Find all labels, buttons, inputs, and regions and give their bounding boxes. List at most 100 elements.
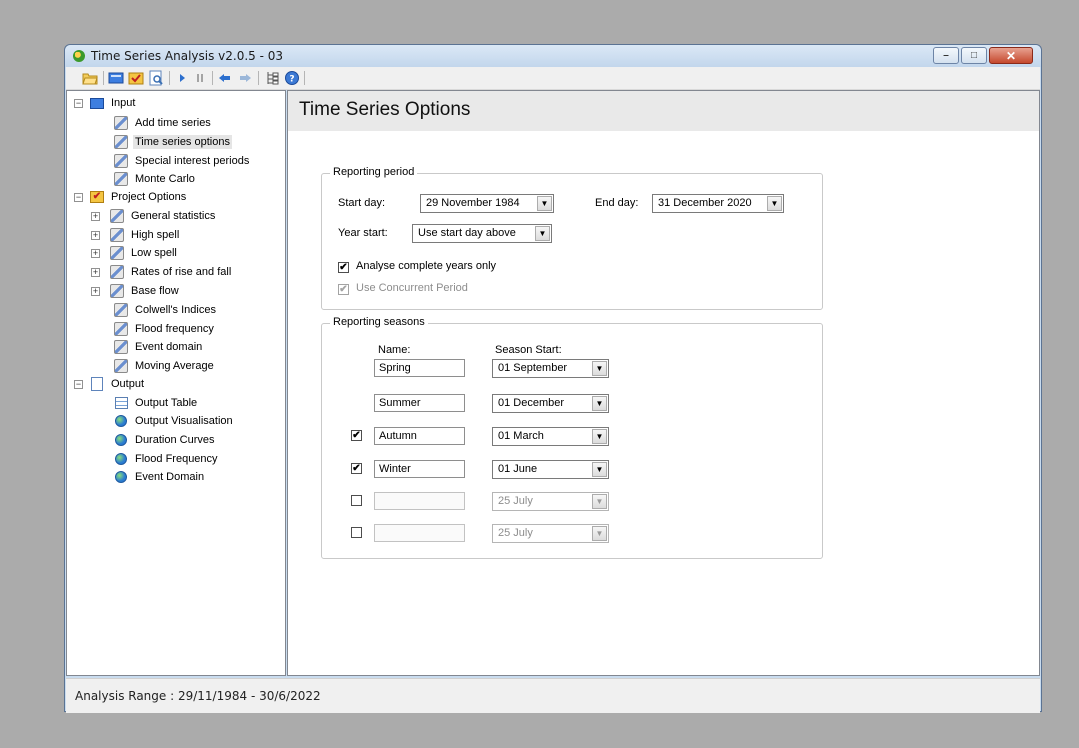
tree-item-base-flow[interactable]: Base flow [109, 282, 181, 300]
tree-icon[interactable] [264, 70, 280, 86]
analyse-complete-years-checkbox[interactable]: ✔ [338, 262, 349, 273]
tree-node-output[interactable]: Output [89, 375, 146, 393]
navigation-tree: − Input Add time series Time series opti… [66, 90, 286, 676]
tree-label: Event Domain [135, 471, 205, 483]
chevron-down-icon: ▼ [592, 462, 607, 477]
season-start-select[interactable]: 01 March ▼ [492, 427, 609, 446]
season-name-input[interactable] [374, 524, 465, 542]
pencil-icon [109, 208, 125, 224]
season-start-select[interactable]: 25 July ▼ [492, 524, 609, 543]
tree-node-project-options[interactable]: ✔ Project Options [89, 188, 188, 206]
season-name-input[interactable] [374, 492, 465, 510]
season-start-select[interactable]: 25 July ▼ [492, 492, 609, 511]
expand-general-statistics-icon[interactable]: + [91, 212, 100, 221]
tree-item-duration-curves[interactable]: Duration Curves [113, 431, 216, 449]
tree-item-high-spell[interactable]: High spell [109, 226, 181, 244]
tree-item-flood-frequency-output[interactable]: Flood Frequency [113, 450, 220, 468]
close-button[interactable]: ✕ [989, 47, 1033, 64]
maximize-icon: □ [970, 50, 978, 61]
end-day-value: 31 December 2020 [658, 197, 752, 209]
page-title: Time Series Options [299, 99, 471, 120]
tree-item-event-domain[interactable]: Event domain [113, 338, 204, 356]
pause-icon[interactable] [192, 70, 208, 86]
reporting-seasons-group: Reporting seasons Name: Season Start: Sp… [321, 316, 823, 559]
analyse-complete-years-label: Analyse complete years only [356, 260, 497, 272]
start-day-select[interactable]: 29 November 1984 ▼ [420, 194, 554, 213]
tree-item-time-series-options[interactable]: Time series options [113, 133, 232, 151]
season-name-input[interactable]: Summer [374, 394, 465, 412]
globe-icon [113, 432, 129, 448]
end-day-label: End day: [595, 197, 639, 209]
season-enable-checkbox[interactable] [351, 527, 362, 538]
tree-node-input[interactable]: Input [89, 94, 137, 112]
open-folder-icon[interactable] [82, 70, 98, 86]
season-start-value: 25 July [498, 527, 533, 539]
pencil-icon [113, 321, 129, 337]
back-icon[interactable] [217, 70, 233, 86]
minimize-button[interactable]: – [933, 47, 959, 64]
expand-low-spell-icon[interactable]: + [91, 249, 100, 258]
year-start-select[interactable]: Use start day above ▼ [412, 224, 552, 243]
season-start-value: 01 September [498, 362, 568, 374]
tree-label: Colwell's Indices [135, 304, 216, 316]
end-day-select[interactable]: 31 December 2020 ▼ [652, 194, 784, 213]
chevron-down-icon: ▼ [535, 226, 550, 241]
collapse-project-options-icon[interactable]: − [74, 193, 83, 202]
document-icon [89, 376, 105, 392]
collapse-output-icon[interactable]: − [74, 380, 83, 389]
maximize-button[interactable]: □ [961, 47, 987, 64]
expand-rates-icon[interactable]: + [91, 268, 100, 277]
tree-item-colwells-indices[interactable]: Colwell's Indices [113, 301, 218, 319]
status-bar: Analysis Range : 29/11/1984 - 30/6/2022 [66, 678, 1040, 713]
expand-high-spell-icon[interactable]: + [91, 231, 100, 240]
options-panel: Time Series Options Reporting period Sta… [287, 90, 1040, 676]
start-day-label: Start day: [338, 197, 386, 209]
season-name-input[interactable]: Spring [374, 359, 465, 377]
chevron-down-icon: ▼ [592, 361, 607, 376]
svg-text:?: ? [289, 75, 294, 85]
tree-item-flood-frequency[interactable]: Flood frequency [113, 320, 216, 338]
tree-item-moving-average[interactable]: Moving Average [113, 357, 216, 375]
reporting-period-legend: Reporting period [330, 166, 418, 178]
chevron-down-icon: ▼ [592, 526, 607, 541]
season-enable-checkbox[interactable]: ✔ [351, 430, 362, 441]
tree-item-monte-carlo[interactable]: Monte Carlo [113, 170, 197, 188]
document-icon[interactable] [148, 70, 164, 86]
play-icon[interactable] [174, 70, 190, 86]
chevron-down-icon: ▼ [767, 196, 782, 211]
tree-item-general-statistics[interactable]: General statistics [109, 207, 217, 225]
season-start-select[interactable]: 01 June ▼ [492, 460, 609, 479]
tree-label: Flood Frequency [135, 453, 218, 465]
tree-item-special-interest-periods[interactable]: Special interest periods [113, 152, 251, 170]
tree-item-event-domain-output[interactable]: Event Domain [113, 468, 206, 486]
year-start-label: Year start: [338, 227, 388, 239]
pencil-icon [109, 264, 125, 280]
tree-item-low-spell[interactable]: Low spell [109, 244, 179, 262]
tree-label: Output Visualisation [135, 415, 233, 427]
season-start-select[interactable]: 01 September ▼ [492, 359, 609, 378]
season-start-select[interactable]: 01 December ▼ [492, 394, 609, 413]
title-bar[interactable]: Time Series Analysis v2.0.5 - 03 – □ ✕ [65, 45, 1041, 67]
tree-label: Event domain [135, 341, 203, 353]
checklist-icon[interactable] [128, 70, 144, 86]
use-concurrent-period-checkbox[interactable]: ✔ [338, 284, 349, 295]
expand-base-flow-icon[interactable]: + [91, 287, 100, 296]
collapse-input-icon[interactable]: − [74, 99, 83, 108]
season-enable-checkbox[interactable]: ✔ [351, 463, 362, 474]
season-name-input[interactable]: Winter [374, 460, 465, 478]
use-concurrent-period-label: Use Concurrent Period [356, 282, 468, 294]
season-start-value: 25 July [498, 495, 533, 507]
forward-icon[interactable] [237, 70, 253, 86]
table-icon [113, 395, 129, 411]
tree-item-output-table[interactable]: Output Table [113, 394, 199, 412]
season-enable-checkbox[interactable] [351, 495, 362, 506]
tree-item-add-time-series[interactable]: Add time series [113, 114, 213, 132]
help-icon[interactable]: ? [284, 70, 300, 86]
tree-item-rates-of-rise-and-fall[interactable]: Rates of rise and fall [109, 263, 233, 281]
tree-item-output-visualisation[interactable]: Output Visualisation [113, 412, 235, 430]
window-title: Time Series Analysis v2.0.5 - 03 [91, 49, 284, 63]
monitor-icon[interactable] [108, 70, 124, 86]
season-name-input[interactable]: Autumn [374, 427, 465, 445]
tree-label: Duration Curves [135, 434, 215, 446]
pencil-icon [109, 227, 125, 243]
